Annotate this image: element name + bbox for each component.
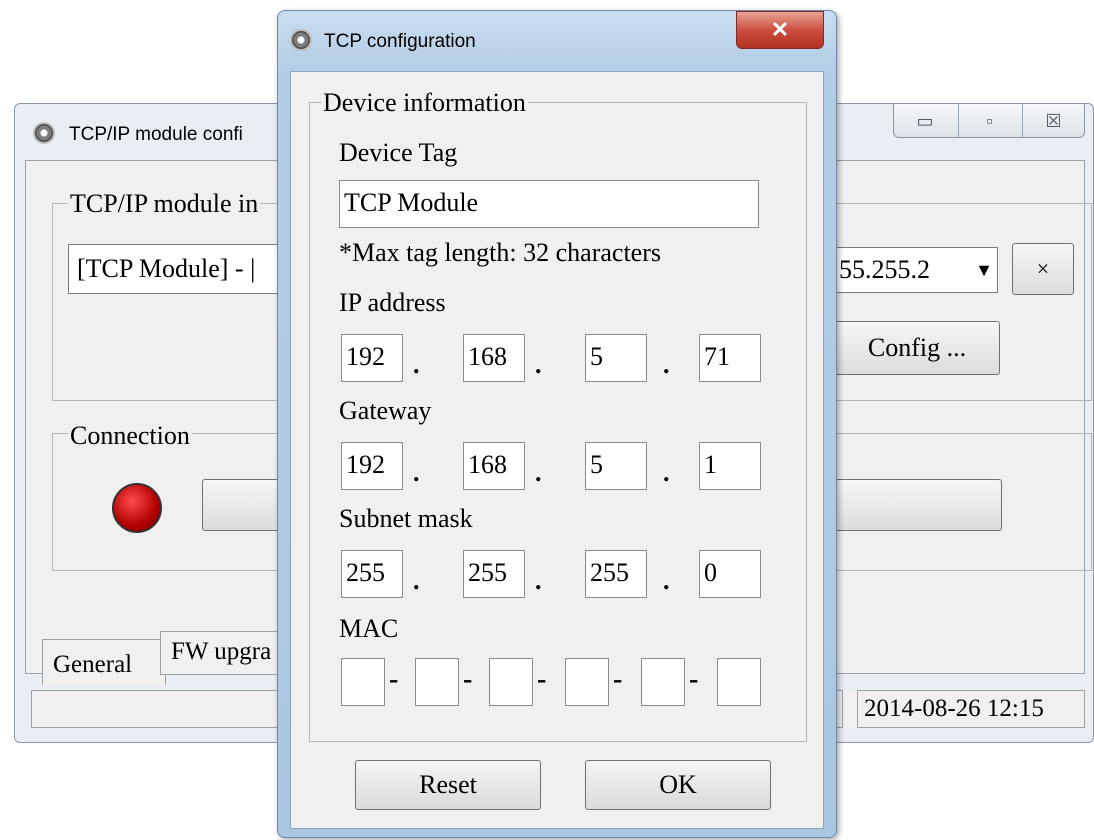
ok-button[interactable]: OK xyxy=(585,760,771,810)
ip-separator: . xyxy=(413,350,420,379)
main-window-title: TCP/IP module confi xyxy=(69,124,243,145)
mac-separator: - xyxy=(613,664,623,695)
dialog-title: TCP configuration xyxy=(324,31,476,52)
chevron-down-icon: ▼ xyxy=(975,260,993,280)
connection-action-button[interactable] xyxy=(826,479,1002,531)
minimize-icon: ▭ xyxy=(916,110,934,131)
mac-part-1[interactable] xyxy=(341,658,385,706)
mac-separator: - xyxy=(537,664,547,695)
ip-separator: . xyxy=(535,350,542,379)
maximize-button[interactable]: ▫ xyxy=(958,104,1020,138)
gateway-octet-3[interactable]: 5 xyxy=(585,442,647,490)
remove-module-button[interactable]: × xyxy=(1012,243,1074,295)
mac-part-2[interactable] xyxy=(415,658,459,706)
close-button[interactable]: ☒ xyxy=(1022,104,1084,138)
subnet-mask-label: Subnet mask xyxy=(339,504,473,533)
mac-separator: - xyxy=(389,664,399,695)
ip-separator: . xyxy=(663,350,670,379)
gateway-separator: . xyxy=(413,458,420,487)
tcp-config-dialog: TCP configuration ✕ Device information D… xyxy=(277,10,837,838)
status-date: 2014-08-26 12:15 xyxy=(864,695,1044,722)
reset-button-label: Reset xyxy=(419,770,477,799)
connection-group-legend: Connection xyxy=(68,421,192,451)
close-icon: ✕ xyxy=(770,17,790,42)
tab-general-label: General xyxy=(53,651,133,678)
mac-separator: - xyxy=(463,664,473,695)
dialog-client-area: Device information Device Tag TCP Module… xyxy=(290,71,824,829)
config-button-label: Config ... xyxy=(867,333,967,362)
module-select[interactable]: [TCP Module] - | xyxy=(68,244,298,294)
ip-octet-2[interactable]: 168 xyxy=(463,334,525,382)
close-icon: ☒ xyxy=(1045,110,1062,131)
gateway-octet-4[interactable]: 1 xyxy=(699,442,761,490)
maximize-icon: ▫ xyxy=(986,110,993,131)
module-select-right[interactable]: 55.255.2 ▼ xyxy=(834,247,998,293)
ok-button-label: OK xyxy=(659,770,697,799)
ip-octet-3[interactable]: 5 xyxy=(585,334,647,382)
device-information-legend: Device information xyxy=(321,88,528,118)
mac-separator: - xyxy=(689,664,699,695)
gateway-octet-2[interactable]: 168 xyxy=(463,442,525,490)
gateway-separator: . xyxy=(663,458,670,487)
ip-address-label: IP address xyxy=(339,288,446,317)
ip-octet-4[interactable]: 71 xyxy=(699,334,761,382)
subnet-separator: . xyxy=(663,566,670,595)
gateway-octet-1[interactable]: 192 xyxy=(341,442,403,490)
subnet-octet-3[interactable]: 255 xyxy=(585,550,647,598)
close-icon: × xyxy=(1036,256,1050,281)
status-pane-date: 2014-08-26 12:15 xyxy=(857,690,1085,728)
connection-status-led xyxy=(112,483,162,533)
mac-part-3[interactable] xyxy=(489,658,533,706)
mac-part-6[interactable] xyxy=(717,658,761,706)
gateway-label: Gateway xyxy=(339,396,432,425)
reset-button[interactable]: Reset xyxy=(355,760,541,810)
module-group-legend: TCP/IP module in xyxy=(68,189,261,219)
mac-part-5[interactable] xyxy=(641,658,685,706)
mac-part-4[interactable] xyxy=(565,658,609,706)
subnet-octet-1[interactable]: 255 xyxy=(341,550,403,598)
subnet-separator: . xyxy=(535,566,542,595)
gateway-separator: . xyxy=(535,458,542,487)
tab-general[interactable]: General xyxy=(42,639,166,685)
dialog-close-button[interactable]: ✕ xyxy=(736,11,824,49)
subnet-octet-4[interactable]: 0 xyxy=(699,550,761,598)
ip-octet-1[interactable]: 192 xyxy=(341,334,403,382)
gear-icon xyxy=(290,29,312,51)
device-tag-input[interactable]: TCP Module xyxy=(339,180,759,228)
caption-buttons: ▭ ▫ ☒ xyxy=(893,104,1085,138)
subnet-separator: . xyxy=(413,566,420,595)
minimize-button[interactable]: ▭ xyxy=(894,104,956,138)
subnet-octet-2[interactable]: 255 xyxy=(463,550,525,598)
device-tag-hint: *Max tag length: 32 characters xyxy=(339,238,661,267)
config-button[interactable]: Config ... xyxy=(834,321,1000,375)
gear-icon xyxy=(33,122,55,144)
module-select-value: 55.255.2 xyxy=(839,255,930,284)
device-tag-label: Device Tag xyxy=(339,138,458,167)
tab-fw-upgrade-label: FW upgra xyxy=(171,638,272,665)
mac-label: MAC xyxy=(339,614,399,643)
